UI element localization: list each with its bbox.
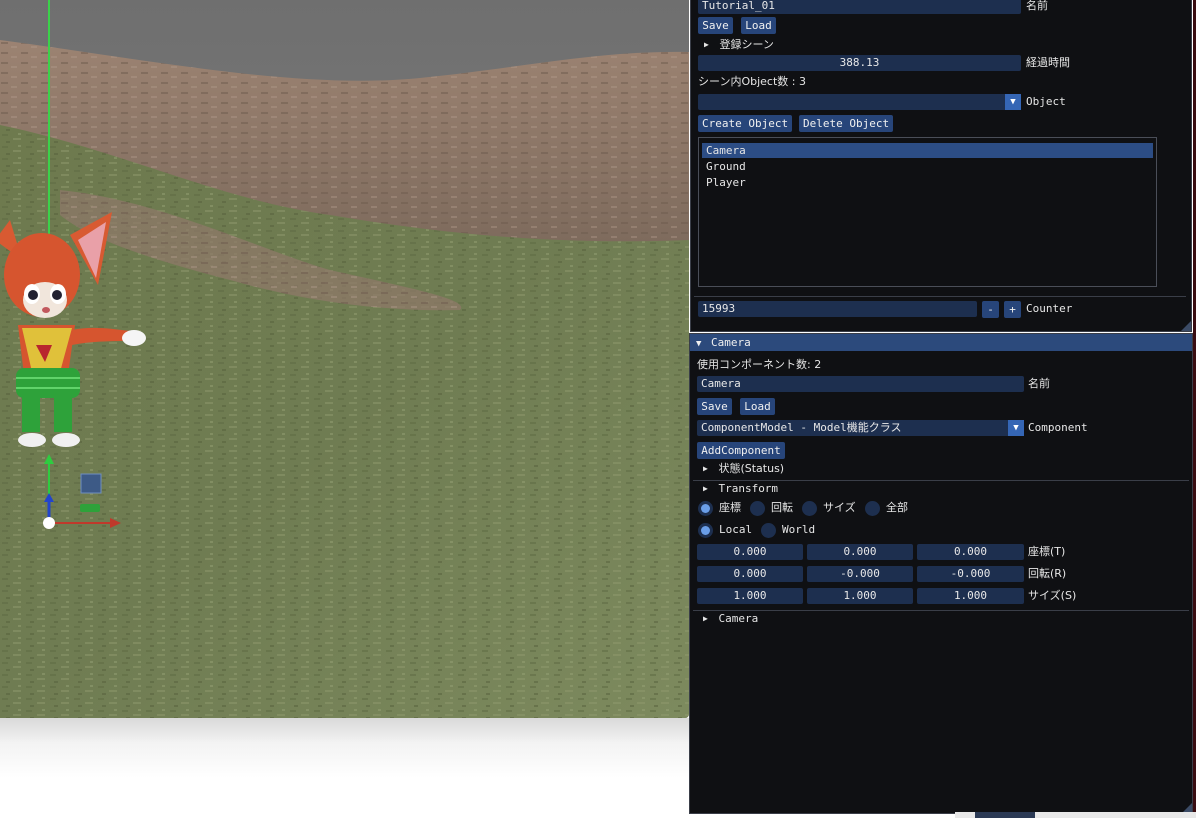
- radio-space-world[interactable]: [761, 523, 776, 538]
- create-object-button[interactable]: Create Object: [698, 115, 792, 132]
- collapsed-arrow-icon: ▶: [703, 614, 708, 623]
- inspector-panel: ▼ Camera 使用コンポーネント数: 2 Camera 名前 Save Lo…: [689, 333, 1193, 814]
- scale-label: サイズ(S): [1028, 589, 1077, 602]
- position-z-field[interactable]: 0.000: [917, 544, 1024, 560]
- radio-mode-all[interactable]: [865, 501, 880, 516]
- registered-scenes-header[interactable]: ▶ 登録シーン: [704, 36, 774, 54]
- object-save-button[interactable]: Save: [697, 398, 732, 415]
- scale-x-field[interactable]: 1.000: [697, 588, 803, 604]
- scene-panel: Tutorial_01 名前 Save Load ▶ 登録シーン 388.13 …: [690, 0, 1192, 332]
- scene-name-input[interactable]: Tutorial_01: [698, 0, 1021, 14]
- radio-space-local-label: Local: [719, 523, 753, 536]
- counter-plus-button[interactable]: +: [1004, 301, 1021, 318]
- object-list[interactable]: Camera Ground Player: [698, 137, 1157, 287]
- radio-mode-position-label: 座標: [719, 501, 741, 514]
- status-header[interactable]: ▶ 状態(Status): [703, 460, 784, 478]
- rotation-z-field[interactable]: -0.000: [917, 566, 1024, 582]
- collapsed-arrow-icon: ▶: [704, 40, 709, 49]
- counter-minus-button[interactable]: -: [982, 301, 999, 318]
- object-name-label: 名前: [1028, 377, 1050, 390]
- divider: [693, 610, 1189, 611]
- transform-header[interactable]: ▶ Transform: [703, 480, 778, 498]
- elapsed-time-field[interactable]: 388.13: [698, 55, 1021, 71]
- window-backdrop: [0, 718, 689, 818]
- radio-mode-rotation-label: 回転: [771, 501, 793, 514]
- radio-mode-scale[interactable]: [802, 501, 817, 516]
- scene-save-button[interactable]: Save: [698, 17, 733, 34]
- radio-mode-rotation[interactable]: [750, 501, 765, 516]
- list-item-camera[interactable]: Camera: [702, 143, 1153, 158]
- delete-object-button[interactable]: Delete Object: [799, 115, 893, 132]
- scale-y-field[interactable]: 1.000: [807, 588, 913, 604]
- chevron-down-icon[interactable]: ▼: [1005, 94, 1021, 110]
- registered-scenes-label: 登録シーン: [719, 38, 774, 51]
- scene-viewport[interactable]: [0, 0, 689, 718]
- chevron-down-icon[interactable]: ▼: [1008, 420, 1024, 436]
- component-combo[interactable]: ComponentModel - Model機能クラス: [697, 420, 1011, 436]
- scene-name-label: 名前: [1026, 0, 1048, 12]
- taskbar: [955, 812, 1196, 818]
- object-count-label: シーン内Object数 : 3: [698, 75, 806, 88]
- counter-label: Counter: [1026, 302, 1073, 315]
- collapsed-arrow-icon: ▶: [703, 464, 708, 473]
- radio-space-world-label: World: [782, 523, 816, 536]
- position-x-field[interactable]: 0.000: [697, 544, 803, 560]
- object-load-button[interactable]: Load: [740, 398, 775, 415]
- list-item-ground[interactable]: Ground: [706, 159, 746, 174]
- terrain-render: [0, 0, 689, 718]
- rotation-x-field[interactable]: 0.000: [697, 566, 803, 582]
- position-y-field[interactable]: 0.000: [807, 544, 913, 560]
- status-header-label: 状態(Status): [718, 462, 785, 475]
- counter-input[interactable]: 15993: [698, 301, 977, 317]
- position-label: 座標(T): [1028, 545, 1066, 558]
- radio-mode-all-label: 全部: [886, 501, 908, 514]
- expanded-arrow-icon[interactable]: ▼: [696, 339, 701, 349]
- object-combo-label: Object: [1026, 95, 1066, 108]
- taskbar-active-item[interactable]: [975, 812, 1035, 818]
- inspector-title: Camera: [711, 336, 751, 349]
- resize-grip[interactable]: [1181, 321, 1191, 331]
- add-component-button[interactable]: AddComponent: [697, 442, 785, 459]
- radio-mode-position[interactable]: [698, 501, 713, 516]
- collapsed-arrow-icon: ▶: [703, 484, 708, 493]
- inspector-titlebar[interactable]: ▼ Camera: [690, 334, 1192, 351]
- transform-header-label: Transform: [718, 482, 779, 495]
- elapsed-time-label: 経過時間: [1026, 56, 1070, 69]
- component-count-label: 使用コンポーネント数: 2: [697, 358, 822, 371]
- divider: [694, 296, 1186, 297]
- camera-component-header[interactable]: ▶ Camera: [703, 610, 758, 628]
- radio-mode-scale-label: サイズ: [823, 501, 856, 514]
- radio-space-local[interactable]: [698, 523, 713, 538]
- rotation-label: 回転(R): [1028, 567, 1067, 580]
- scale-z-field[interactable]: 1.000: [917, 588, 1024, 604]
- object-combo[interactable]: [698, 94, 1008, 110]
- rotation-y-field[interactable]: -0.000: [807, 566, 913, 582]
- object-name-input[interactable]: Camera: [697, 376, 1024, 392]
- list-item-player[interactable]: Player: [706, 175, 746, 190]
- scene-load-button[interactable]: Load: [741, 17, 776, 34]
- component-combo-label: Component: [1028, 421, 1088, 434]
- camera-component-label: Camera: [718, 612, 759, 625]
